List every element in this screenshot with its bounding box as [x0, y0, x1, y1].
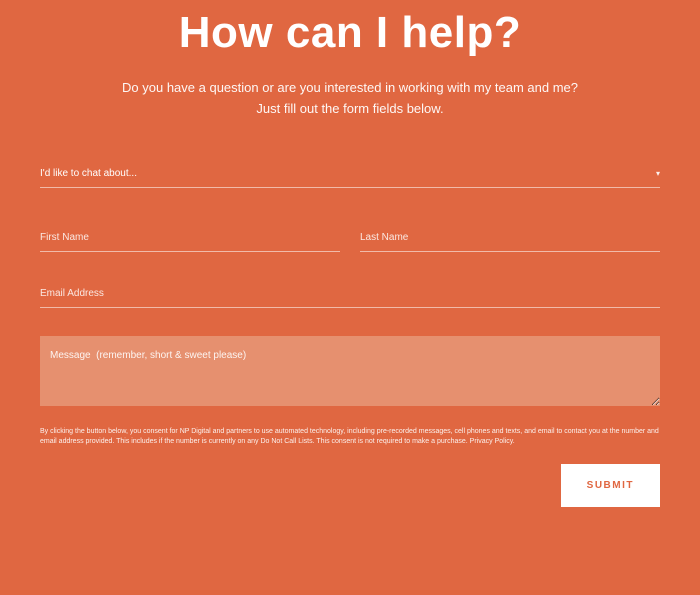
topic-select[interactable]: I'd like to chat about... ▾	[40, 160, 660, 188]
disclaimer-text: By clicking the button below, you consen…	[40, 427, 660, 448]
first-name-input[interactable]	[40, 224, 340, 251]
last-name-input[interactable]	[360, 224, 660, 251]
last-name-field-wrap	[360, 224, 660, 252]
subtext-line-1: Do you have a question or are you intere…	[40, 78, 660, 99]
chevron-down-icon: ▾	[656, 169, 660, 178]
email-field-wrap	[40, 280, 660, 308]
email-input[interactable]	[40, 280, 660, 307]
submit-button[interactable]: SUBMIT	[561, 464, 660, 507]
subtext-line-2: Just fill out the form fields below.	[40, 99, 660, 120]
topic-select-label: I'd like to chat about...	[40, 168, 137, 179]
subtext: Do you have a question or are you intere…	[40, 78, 660, 120]
first-name-field-wrap	[40, 224, 340, 252]
page-title: How can I help?	[40, 8, 660, 58]
message-textarea[interactable]	[40, 336, 660, 406]
